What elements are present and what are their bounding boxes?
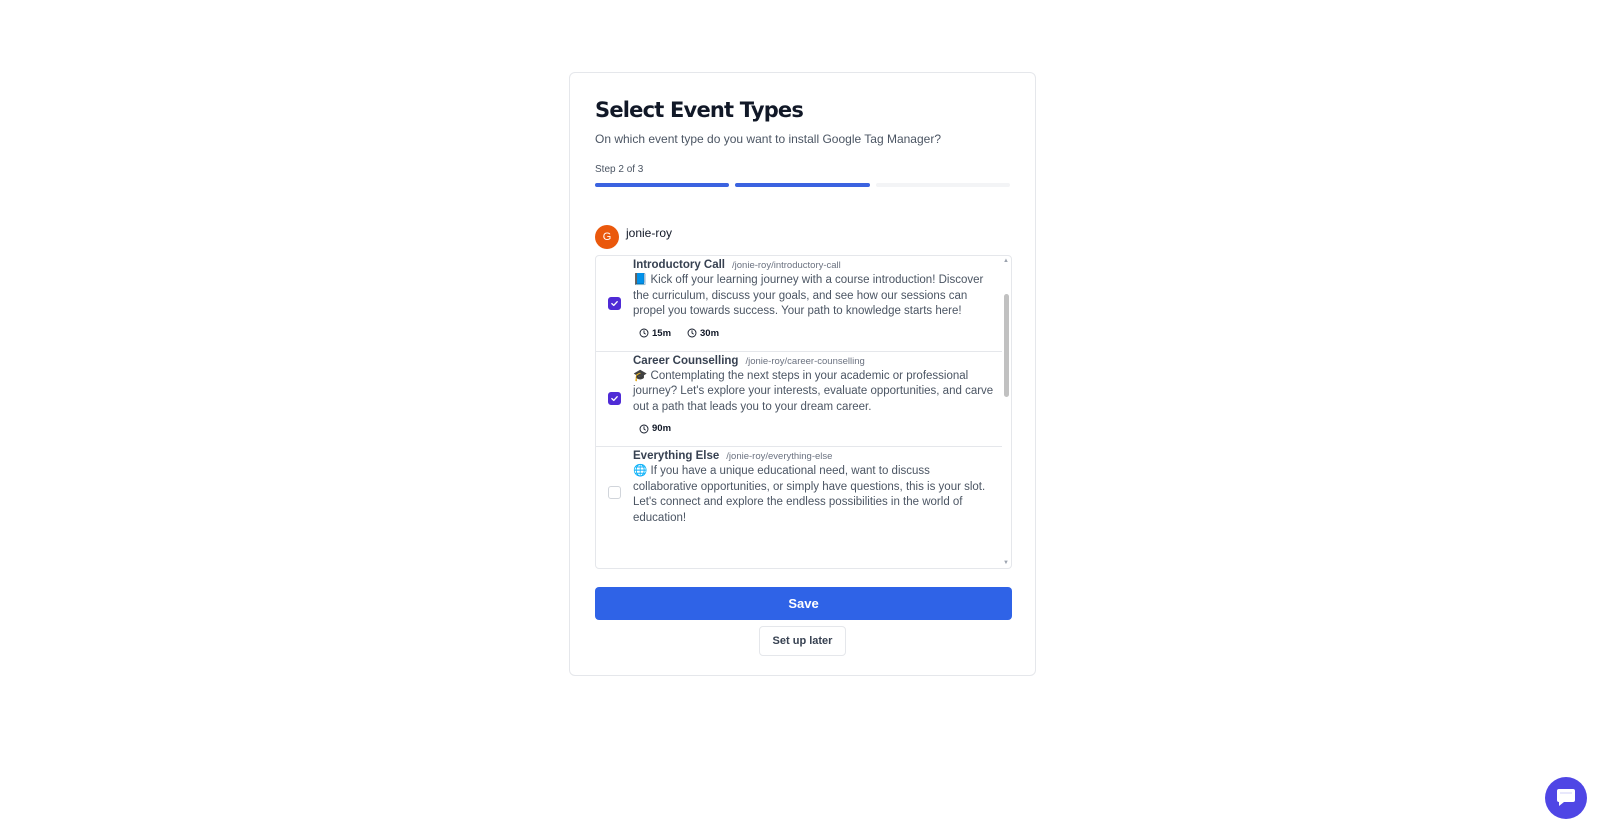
event-type-checkbox[interactable] — [608, 486, 621, 499]
event-type-description: 🌐 If you have a unique educational need,… — [633, 465, 986, 524]
duration-list: 90m — [633, 423, 994, 434]
duration-label: 15m — [652, 327, 672, 339]
event-type-content: Career Counselling /jonie-roy/career-cou… — [633, 352, 1002, 447]
event-type-description: 🎓 Contemplating the next steps in your a… — [633, 369, 994, 413]
event-type-item[interactable]: Career Counselling /jonie-roy/career-cou… — [596, 352, 1002, 447]
checkbox-cell — [596, 447, 633, 538]
scrollbar-thumb[interactable] — [1004, 294, 1009, 397]
check-icon — [611, 396, 618, 402]
chat-bubble-icon — [1557, 789, 1575, 806]
check-icon — [611, 300, 618, 306]
scroll-up-arrow-icon[interactable]: ▲ — [1003, 258, 1009, 264]
checkbox-cell — [596, 352, 633, 447]
page-title: Select Event Types — [595, 98, 804, 122]
event-type-slug: /jonie-roy/everything-else — [726, 451, 833, 462]
scroll-down-arrow-icon[interactable]: ▼ — [1003, 560, 1009, 566]
progress-segment-2 — [735, 183, 870, 187]
step-progress-bar — [595, 183, 1010, 187]
event-type-slug: /jonie-roy/career-counselling — [745, 355, 865, 367]
step-indicator: Step 2 of 3 — [595, 164, 644, 175]
event-type-title: Career Counselling — [633, 354, 739, 367]
event-type-checkbox[interactable] — [608, 296, 621, 310]
page-subtitle: On which event type do you want to insta… — [595, 132, 941, 146]
event-type-title: Introductory Call — [633, 259, 726, 271]
event-type-items: Introductory Call /jonie-roy/introductor… — [596, 256, 1011, 538]
event-type-item[interactable]: Everything Else /jonie-roy/everything-el… — [596, 447, 1002, 538]
event-type-checkbox[interactable] — [608, 392, 621, 406]
duration-badge: 15m — [639, 328, 671, 339]
event-type-title: Everything Else — [633, 450, 720, 462]
event-type-content: Introductory Call /jonie-roy/introductor… — [633, 256, 1002, 351]
duration-label: 30m — [700, 327, 720, 339]
clock-icon — [639, 424, 649, 433]
duration-list: 15m 30m — [633, 328, 994, 339]
event-type-slug: /jonie-roy/introductory-call — [732, 260, 841, 271]
clock-icon — [639, 328, 649, 338]
set-up-later-button[interactable]: Set up later — [758, 626, 847, 656]
event-type-description: 📘 Kick off your learning journey with a … — [633, 274, 984, 317]
checkbox-cell — [596, 256, 633, 351]
duration-badge: 90m — [639, 423, 671, 434]
progress-segment-1 — [595, 183, 730, 187]
list-scrollbar[interactable]: ▲ ▼ — [1001, 256, 1011, 568]
user-row: G jonie-roy — [595, 223, 1010, 249]
event-type-content: Everything Else /jonie-roy/everything-el… — [633, 447, 1002, 538]
duration-badge: 30m — [687, 328, 719, 339]
chat-launcher-button[interactable] — [1545, 777, 1587, 819]
save-button[interactable]: Save — [595, 587, 1012, 620]
event-type-list[interactable]: Introductory Call /jonie-roy/introductor… — [595, 255, 1012, 569]
duration-label: 90m — [652, 423, 672, 434]
select-event-types-card: Select Event Types On which event type d… — [569, 72, 1036, 676]
user-name: jonie-roy — [626, 226, 673, 240]
clock-icon — [687, 328, 697, 338]
progress-segment-3 — [875, 183, 1010, 187]
avatar: G — [595, 225, 619, 249]
event-type-item[interactable]: Introductory Call /jonie-roy/introductor… — [596, 256, 1002, 352]
